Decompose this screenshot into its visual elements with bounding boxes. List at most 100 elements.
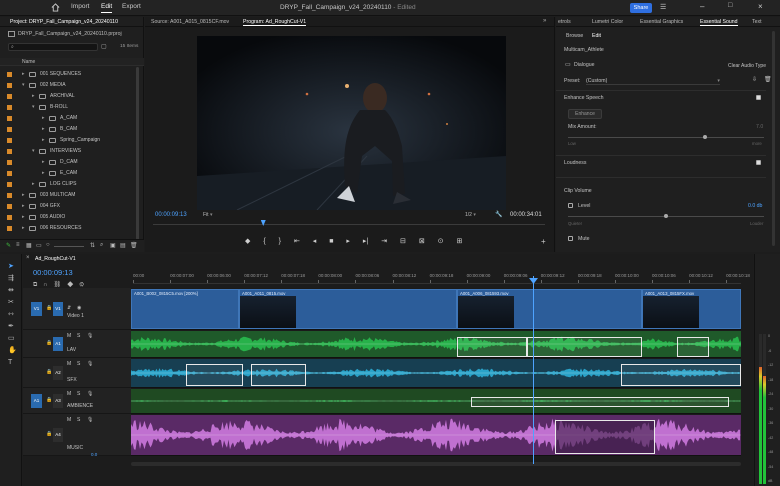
chevron-down-icon[interactable]: ▾ — [22, 80, 25, 91]
trash-icon[interactable]: 🗑 — [130, 242, 138, 249]
bin-row[interactable]: ▸ 003 MULTICAM — [0, 190, 138, 201]
sort-icon[interactable]: ⇅ — [90, 242, 95, 249]
track-header-a1[interactable]: A1 🔒 M S 🎙 LAV — [23, 330, 131, 358]
track-target[interactable]: V1 — [53, 302, 63, 316]
bin-row[interactable]: ▸ 001 SEQUENCES — [0, 69, 138, 80]
new-item-icon[interactable]: ▤ — [120, 242, 126, 249]
track-lane-v1[interactable]: A001_B002_0815C5.mov [200%] A001_A011_081… — [131, 288, 741, 330]
level-checkbox[interactable] — [568, 203, 573, 208]
track-header-a3[interactable]: A1 A3 🔒 M S 🎙 AMBIENCE — [23, 388, 131, 414]
close-icon[interactable]: × — [758, 2, 763, 11]
bin-row[interactable]: ▸ E_CAM — [0, 168, 138, 179]
bin-row[interactable]: ▸ D_CAM — [0, 157, 138, 168]
maximize-icon[interactable]: □ — [728, 2, 732, 9]
bin-color-label[interactable] — [7, 182, 12, 187]
track-target[interactable]: A2 — [53, 366, 63, 380]
tab-effect-controls[interactable]: etrols — [558, 19, 571, 25]
tab-essential-sound[interactable]: Essential Sound — [700, 19, 738, 26]
track-header-v1[interactable]: V1 V1 🔒 ⇵ ◉ Video 1 — [23, 288, 131, 330]
panel-menu-icon[interactable]: » — [543, 18, 546, 24]
audio-transition[interactable] — [457, 337, 527, 357]
bin-color-label[interactable] — [7, 204, 12, 209]
pen-tool-icon[interactable]: ✒ — [8, 323, 15, 330]
mute-track-button[interactable]: M — [67, 333, 71, 339]
ripple-edit-tool-icon[interactable]: ⇹ — [8, 287, 15, 294]
bin-color-label[interactable] — [7, 160, 12, 165]
tab-sequence[interactable]: Ad_RoughCut-V1 — [35, 256, 76, 262]
go-to-out-icon[interactable]: ⇥ — [381, 238, 387, 245]
bin-row[interactable]: ▸ 006 RESOURCES — [0, 223, 138, 234]
mark-in-icon[interactable]: { — [263, 238, 265, 245]
mute-track-button[interactable]: M — [67, 417, 71, 423]
video-clip[interactable]: A001_A011_0815.mov — [239, 289, 457, 329]
tab-text[interactable]: Text — [752, 19, 762, 25]
add-marker-icon[interactable]: ◆ — [245, 238, 250, 245]
project-scrollbar[interactable] — [136, 67, 139, 247]
bin-row[interactable]: ▾ B-ROLL — [0, 102, 138, 113]
tab-project[interactable]: Project: DRYP_Fall_Campaign_v24_20240110 — [10, 19, 118, 25]
home-icon[interactable] — [51, 3, 60, 12]
chevron-right-icon[interactable]: ▸ — [22, 212, 25, 223]
tab-edit[interactable]: Edit — [101, 3, 113, 13]
chevron-right-icon[interactable]: ▸ — [32, 179, 35, 190]
audio-clip-lav[interactable] — [131, 331, 457, 357]
bin-row[interactable]: ▸ 004 GFX — [0, 201, 138, 212]
search-input[interactable]: ⌕ — [8, 43, 98, 51]
video-clip[interactable]: A001_A006_081593.mov — [457, 289, 642, 329]
type-tool-icon[interactable]: T — [8, 359, 15, 366]
lock-icon[interactable]: 🔒 — [46, 369, 52, 375]
freeform-view-icon[interactable]: ▭ — [36, 242, 42, 249]
chevron-right-icon[interactable]: ▸ — [32, 91, 35, 102]
bin-row[interactable]: ▸ A_CAM — [0, 113, 138, 124]
lift-icon[interactable]: ⊟ — [400, 238, 406, 245]
timeline-timecode[interactable]: 00:00:09:13 — [33, 268, 73, 277]
audio-transition[interactable] — [251, 364, 306, 386]
track-lane-a2[interactable] — [131, 358, 741, 388]
chevron-right-icon[interactable]: ▸ — [22, 190, 25, 201]
level-knob[interactable] — [664, 214, 668, 218]
mute-track-button[interactable]: M — [67, 391, 71, 397]
sound-scrollbar[interactable] — [772, 31, 775, 246]
bin-row[interactable]: ▸ B_CAM — [0, 124, 138, 135]
source-patch[interactable]: V1 — [31, 302, 42, 316]
tab-program-monitor[interactable]: Program: Ad_RoughCut-V1 — [243, 19, 307, 26]
bin-color-label[interactable] — [7, 72, 12, 77]
chevron-right-icon[interactable]: ▸ — [22, 201, 25, 212]
microphone-icon[interactable]: 🎙 — [87, 417, 93, 423]
minimize-icon[interactable]: – — [700, 2, 704, 11]
video-clip[interactable]: A001_B002_0815C5.mov [200%] — [131, 289, 239, 329]
tab-source-monitor[interactable]: Source: A001_A015_0815CF.mov — [151, 19, 229, 25]
solo-track-button[interactable]: S — [77, 391, 80, 397]
eye-icon[interactable]: ◉ — [77, 305, 81, 311]
subtab-edit[interactable]: Edit — [592, 33, 601, 39]
mute-checkbox[interactable] — [568, 236, 573, 241]
fit-dropdown[interactable]: Fit ▾ — [203, 212, 212, 218]
hand-tool-icon[interactable]: ✋ — [8, 347, 17, 354]
track-target[interactable]: A1 — [53, 337, 63, 351]
track-volume[interactable]: 0.0 — [91, 452, 97, 457]
slip-tool-icon[interactable]: ⇿ — [8, 311, 15, 318]
zoom-slider[interactable] — [54, 246, 84, 247]
bin-row[interactable]: ▾ INTERVIEWS — [0, 146, 138, 157]
chevron-right-icon[interactable]: ▸ — [42, 113, 45, 124]
solo-track-button[interactable]: S — [77, 361, 80, 367]
bin-color-label[interactable] — [7, 127, 12, 132]
step-back-icon[interactable]: ◂ — [313, 238, 317, 245]
track-header-a4[interactable]: A4 🔒 M S 🎙 MUSIC 0.0 — [23, 414, 131, 457]
extract-icon[interactable]: ⊠ — [419, 238, 425, 245]
audio-transition[interactable] — [555, 420, 655, 454]
track-target[interactable]: A4 — [53, 428, 63, 442]
chevron-right-icon[interactable]: ▸ — [42, 168, 45, 179]
track-lane-a3[interactable] — [131, 388, 741, 414]
audio-transition[interactable] — [677, 337, 709, 357]
new-bin-icon[interactable]: ▢ — [101, 43, 107, 50]
bin-color-label[interactable] — [7, 83, 12, 88]
bin-row[interactable]: ▸ 005 AUDIO — [0, 212, 138, 223]
timeline-ruler[interactable]: 00:00 00:00:07:00 00:00:06:00 00:00:07:12 00… — [133, 270, 750, 284]
track-lane-a4[interactable] — [131, 414, 741, 456]
go-to-in-icon[interactable]: ⇤ — [294, 238, 300, 245]
bin-color-label[interactable] — [7, 116, 12, 121]
rectangle-tool-icon[interactable]: ▭ — [8, 335, 15, 342]
tab-lumetri-color[interactable]: Lumetri Color — [592, 19, 623, 25]
chevron-right-icon[interactable]: ▸ — [42, 157, 45, 168]
